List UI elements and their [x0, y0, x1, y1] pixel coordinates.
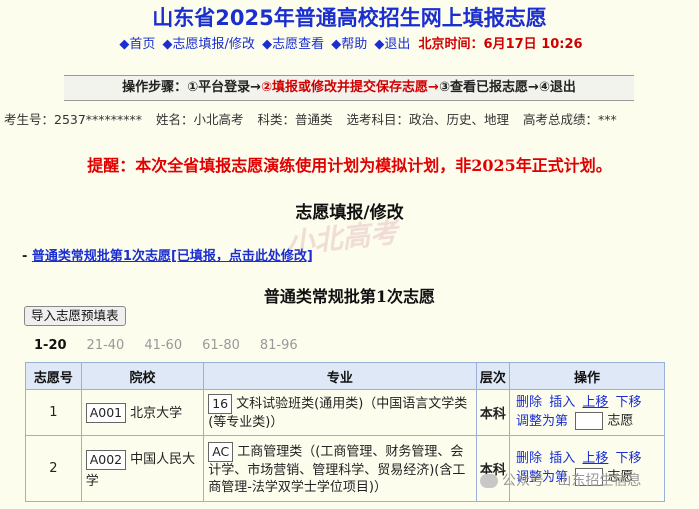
- nav-view[interactable]: 志愿查看: [272, 37, 324, 52]
- level: 本科: [475, 435, 511, 502]
- diamond-icon: ◆: [374, 37, 385, 52]
- col-major: 专业: [203, 362, 477, 390]
- student-category: 科类：普通类: [257, 112, 333, 127]
- move-up-link[interactable]: 上移: [582, 451, 608, 466]
- col-level: 层次: [475, 362, 511, 390]
- batch-edit-link[interactable]: 普通类常规批第1次志愿[已填报，点击此处修改]: [32, 249, 313, 264]
- batch-title: 普通类常规批第1次志愿: [263, 287, 436, 306]
- nav-fill-edit[interactable]: 志愿填报/修改: [173, 37, 255, 52]
- adjust-suffix: 志愿: [607, 413, 634, 429]
- school-cell: A002 中国人民大学: [80, 435, 205, 502]
- page-41-60[interactable]: 41-60: [144, 338, 182, 353]
- table-row: 1 A001 北京大学 16 文科试验班类(通用类)（中国语言文学类(等专业类)） …: [25, 389, 665, 436]
- page-1-20[interactable]: 1-20: [34, 338, 67, 353]
- page-61-80[interactable]: 61-80: [202, 338, 240, 353]
- wechat-watermark: 公众号 · 山东招生信息: [480, 470, 641, 490]
- warning-notice: 提醒：本次全省填报志愿演练使用计划为模拟计划，非2025年正式计划。: [87, 156, 612, 175]
- level: 本科: [475, 389, 511, 436]
- ops-cell: 删除 插入 上移 下移 调整为第 志愿: [509, 389, 665, 436]
- adjust-link[interactable]: 调整为第: [516, 414, 568, 429]
- table-header: 志愿号 院校 专业 层次 操作: [25, 362, 665, 390]
- col-ops: 操作: [509, 362, 665, 390]
- student-subjects: 选考科目：政治、历史、地理: [346, 112, 510, 127]
- major-cell: 16 文科试验班类(通用类)（中国语言文学类(等专业类)）: [203, 389, 477, 436]
- top-nav: ◆首页 ◆志愿填报/修改 ◆志愿查看 ◆帮助 ◆退出 北京时间：6月17日 10…: [0, 33, 699, 52]
- major-cell: AC 工商管理类（(工商管理、财务管理、会计学、市场营销、管理科学、贸易经济)(含…: [203, 435, 477, 502]
- delete-link[interactable]: 删除: [516, 451, 542, 466]
- nav-help[interactable]: 帮助: [341, 37, 367, 52]
- school-cell: A001 北京大学: [80, 389, 205, 436]
- choice-number: 1: [25, 389, 82, 436]
- page-21-40[interactable]: 21-40: [87, 338, 125, 353]
- school-name: 北京大学: [130, 405, 183, 421]
- batch-link-row: - 普通类常规批第1次志愿[已填报，点击此处修改]: [22, 249, 313, 264]
- wechat-text: 公众号 · 山东招生信息: [502, 473, 642, 489]
- wechat-icon: [480, 474, 498, 488]
- step-bar: 操作步骤：①平台登录→②填报或修改并提交保存志愿→③查看已报志愿→④退出: [64, 75, 634, 101]
- pagination: 1-20 21-40 41-60 61-80 81-96: [34, 338, 318, 353]
- step-3: ③查看已报志愿→: [438, 80, 539, 95]
- diamond-icon: ◆: [162, 37, 173, 52]
- major-code-input[interactable]: AC: [208, 441, 234, 462]
- diamond-icon: ◆: [119, 37, 130, 52]
- step-2: ②填报或修改并提交保存志愿→: [261, 80, 439, 95]
- school-code-input[interactable]: A001: [85, 403, 127, 424]
- step-1: ①平台登录→: [187, 80, 262, 95]
- nav-logout[interactable]: 退出: [384, 37, 410, 52]
- step-label: 操作步骤：: [122, 80, 188, 95]
- student-info: 考生号：2537********* 姓名：小北高考 科类：普通类 选考科目：政治…: [4, 109, 699, 128]
- delete-link[interactable]: 删除: [516, 395, 542, 410]
- insert-link[interactable]: 插入: [549, 451, 575, 466]
- exam-number: 考生号：2537*********: [4, 112, 143, 127]
- beijing-time: 北京时间：6月17日 10:26: [418, 37, 583, 52]
- col-no: 志愿号: [25, 362, 82, 390]
- ops-cell: 删除 插入 上移 下移 调整为第 志愿: [509, 435, 665, 502]
- import-prefill-button[interactable]: 导入志愿预填表: [24, 306, 126, 326]
- diamond-icon: ◆: [262, 37, 273, 52]
- major-name: 文科试验班类(通用类)（中国语言文学类(等专业类)）: [208, 396, 468, 431]
- choice-number: 2: [25, 435, 82, 502]
- major-code-input[interactable]: 16: [208, 394, 233, 414]
- school-code-input[interactable]: A002: [85, 449, 127, 470]
- step-4: ④退出: [538, 80, 576, 95]
- page-81-96[interactable]: 81-96: [260, 338, 298, 353]
- page-title: 山东省2025年普通高校招生网上填报志愿: [152, 6, 547, 30]
- move-down-link[interactable]: 下移: [616, 395, 642, 410]
- student-name: 姓名：小北高考: [156, 112, 244, 127]
- col-school: 院校: [80, 362, 205, 390]
- nav-home[interactable]: 首页: [129, 37, 155, 52]
- position-input[interactable]: [575, 412, 604, 431]
- move-down-link[interactable]: 下移: [616, 451, 642, 466]
- insert-link[interactable]: 插入: [549, 395, 575, 410]
- move-up-link[interactable]: 上移: [582, 395, 608, 410]
- major-name: 工商管理类（(工商管理、财务管理、会计学、市场营销、管理科学、贸易经济)(含工商…: [208, 444, 466, 495]
- table-row: 2 A002 中国人民大学 AC 工商管理类（(工商管理、财务管理、会计学、市场营销…: [25, 435, 665, 502]
- diamond-icon: ◆: [331, 37, 342, 52]
- student-score: 高考总成绩：***: [523, 112, 617, 127]
